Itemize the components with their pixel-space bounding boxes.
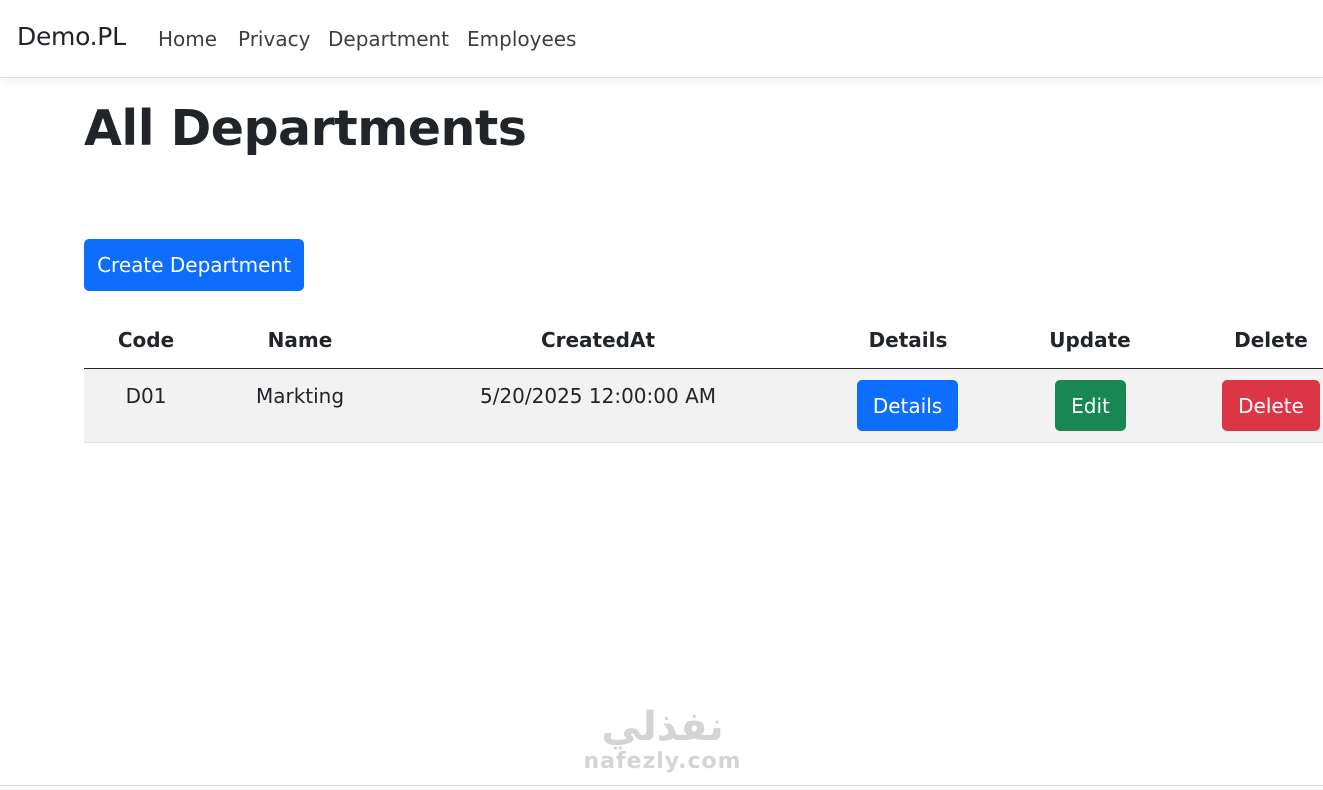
nav-link-employees[interactable]: Employees: [467, 27, 576, 51]
nav-link-privacy[interactable]: Privacy: [238, 27, 310, 51]
cell-name: Markting: [255, 384, 345, 408]
watermark: نفذلي nafezly.com: [580, 705, 745, 775]
nav-link-department[interactable]: Department: [328, 27, 449, 51]
delete-button[interactable]: Delete: [1222, 380, 1320, 431]
cell-created-at: 5/20/2025 12:00:00 AM: [479, 384, 717, 408]
page-title: All Departments: [84, 100, 527, 157]
cell-code: D01: [125, 384, 167, 408]
column-header-createdat: CreatedAt: [540, 328, 656, 352]
nav-link-home[interactable]: Home: [158, 27, 217, 51]
watermark-arabic-text: نفذلي: [601, 704, 724, 750]
column-header-code: Code: [117, 328, 175, 352]
create-department-button[interactable]: Create Department: [84, 239, 304, 291]
footer-divider: [0, 785, 1323, 786]
column-header-update: Update: [1049, 328, 1131, 352]
navbar: Demo.PL Home Privacy Department Employee…: [0, 0, 1323, 78]
watermark-latin-text: nafezly.com: [583, 749, 742, 774]
column-header-details: Details: [868, 328, 948, 352]
brand-link[interactable]: Demo.PL: [17, 22, 126, 51]
edit-button[interactable]: Edit: [1055, 380, 1126, 431]
column-header-name: Name: [267, 328, 333, 352]
column-header-delete: Delete: [1234, 328, 1308, 352]
details-button[interactable]: Details: [857, 380, 958, 431]
